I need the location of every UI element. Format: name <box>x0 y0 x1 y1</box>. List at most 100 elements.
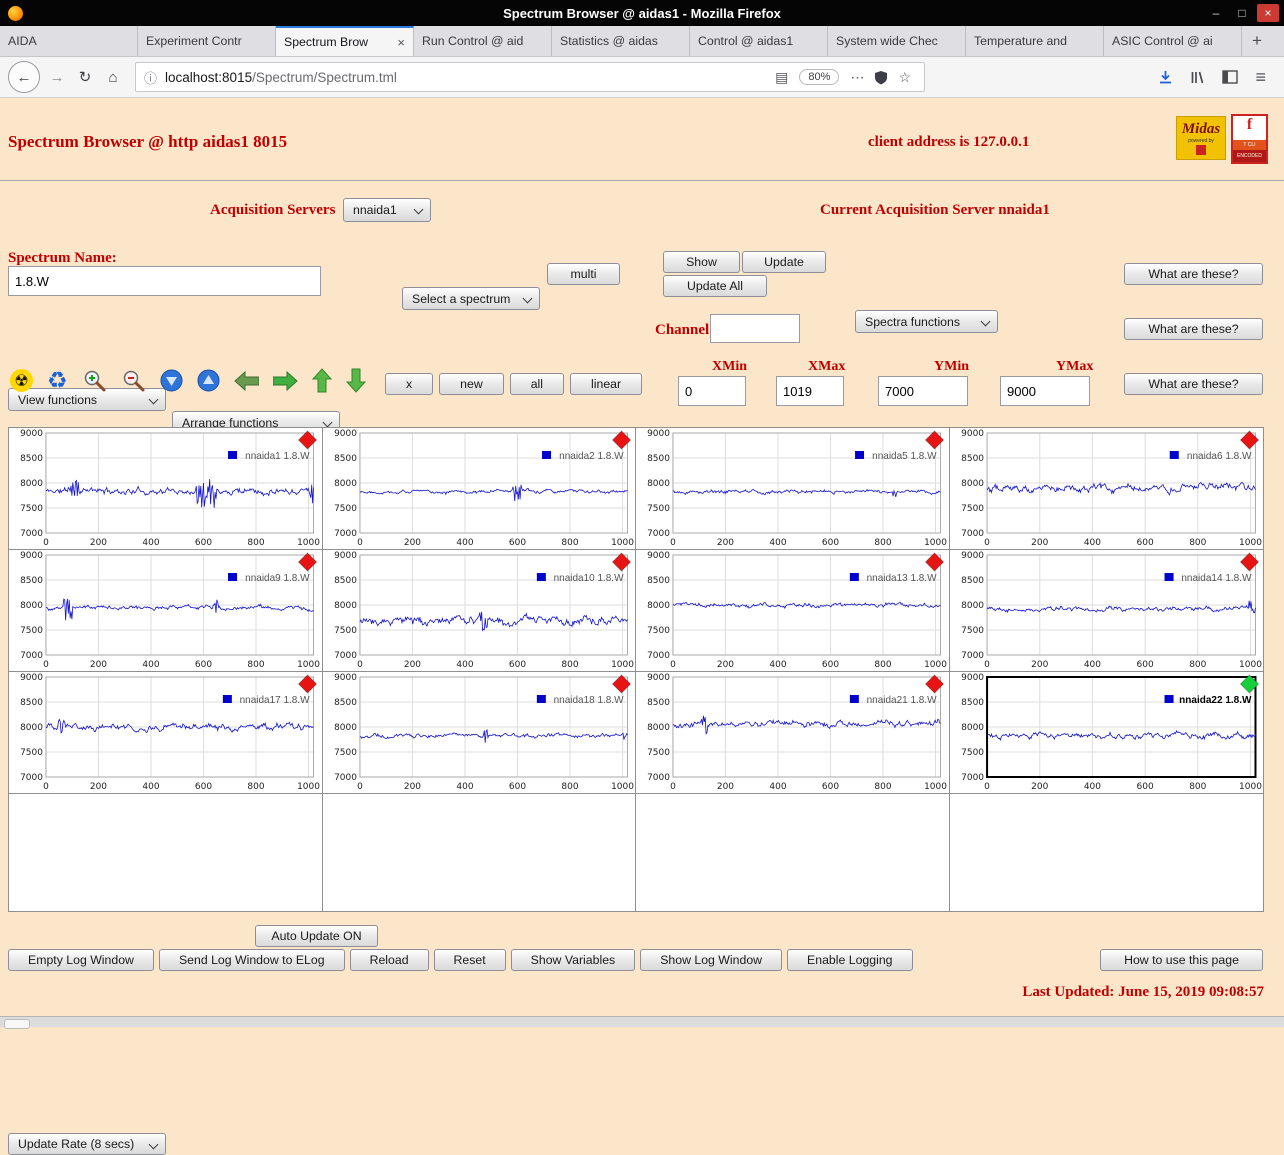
show-variables-button[interactable]: Show Variables <box>510 949 636 971</box>
enable-logging-button[interactable]: Enable Logging <box>787 949 913 971</box>
all-button[interactable]: all <box>509 373 565 395</box>
what-are-these-button-1[interactable]: What are these? <box>1124 263 1263 285</box>
spectrum-name-input[interactable] <box>8 266 321 296</box>
svg-text:8000: 8000 <box>20 723 43 733</box>
how-to-use-button[interactable]: How to use this page <box>1100 949 1263 971</box>
show-button[interactable]: Show <box>663 251 740 273</box>
view-functions-value: View functions <box>18 392 98 407</box>
minimize-button[interactable]: – <box>1205 4 1227 22</box>
legend-label: nnaida17 1.8.W <box>240 695 310 706</box>
auto-update-button[interactable]: Auto Update ON <box>255 925 378 947</box>
ymin-input[interactable] <box>878 376 968 406</box>
tab-spectrum-brow[interactable]: Spectrum Brow × <box>276 26 414 56</box>
reload-button[interactable]: Reload <box>349 949 429 971</box>
tab-run-control-aid[interactable]: Run Control @ aid <box>414 26 552 56</box>
spectrum-panel-nnaida9[interactable]: 7000 7500 8000 8500 9000 0 200 400 600 800 1000 nna… <box>9 550 323 672</box>
ymax-label: YMax <box>1056 359 1094 374</box>
pan-left-icon[interactable] <box>233 370 259 391</box>
tab-statistics-aidas[interactable]: Statistics @ aidas <box>552 26 690 56</box>
tab-system-wide-chec[interactable]: System wide Chec <box>828 26 966 56</box>
xmin-input[interactable] <box>678 376 746 406</box>
send-log-window-to-elog-button[interactable]: Send Log Window to ELog <box>158 949 345 971</box>
what-are-these-button-3[interactable]: What are these? <box>1124 373 1263 395</box>
svg-text:200: 200 <box>403 538 420 548</box>
channel-input[interactable] <box>710 314 800 343</box>
spectrum-panel-nnaida13[interactable]: 7000 7500 8000 8500 9000 0 200 400 600 800 1000 nna… <box>636 550 950 672</box>
spectrum-panel-nnaida2[interactable]: 7000 7500 8000 8500 9000 0 200 400 600 800 1000 nna… <box>322 428 636 550</box>
library-icon[interactable] <box>1190 70 1205 85</box>
refresh-icon[interactable]: ♻ <box>47 369 68 392</box>
empty-log-window-button[interactable]: Empty Log Window <box>8 949 154 971</box>
multi-button[interactable]: multi <box>547 263 620 285</box>
update-rate-dropdown[interactable]: Update Rate (8 secs) <box>8 1133 166 1155</box>
tab-close-icon[interactable]: × <box>397 35 405 50</box>
svg-text:800: 800 <box>561 538 578 548</box>
acquisition-server-select[interactable]: nnaida1 <box>343 198 431 222</box>
zoom-in-icon[interactable] <box>82 369 107 393</box>
pan-up-icon[interactable] <box>311 368 332 393</box>
svg-text:0: 0 <box>984 782 990 792</box>
tab-temperature-and[interactable]: Temperature and <box>966 26 1104 56</box>
spectrum-panel-nnaida14[interactable]: 7000 7500 8000 8500 9000 0 200 400 600 800 1000 nna… <box>949 550 1263 672</box>
close-button[interactable]: × <box>1257 4 1279 22</box>
spectrum-panel-nnaida22[interactable]: 7000 7500 8000 8500 9000 0 200 400 600 800 1000 nna… <box>949 672 1263 794</box>
scroll-down-icon[interactable] <box>160 369 183 392</box>
tab-label: System wide Chec <box>836 34 938 48</box>
spectrum-panel-nnaida6[interactable]: 7000 7500 8000 8500 9000 0 200 400 600 800 1000 nna… <box>949 428 1263 550</box>
midas-logo[interactable]: Midas powered by <box>1176 116 1226 160</box>
reader-mode-icon[interactable]: ▤ <box>775 69 788 86</box>
spectrum-panel-nnaida5[interactable]: 7000 7500 8000 8500 9000 0 200 400 600 800 1000 nna… <box>636 428 950 550</box>
legend-swatch <box>228 451 238 459</box>
forward-icon[interactable]: → <box>43 63 71 91</box>
svg-text:200: 200 <box>717 660 734 670</box>
tab-asic-control-ai[interactable]: ASIC Control @ ai <box>1104 26 1242 56</box>
spectrum-panel-nnaida21[interactable]: 7000 7500 8000 8500 9000 0 200 400 600 800 1000 nna… <box>636 672 950 794</box>
x-button[interactable]: x <box>385 373 434 395</box>
ymax-input[interactable] <box>1000 376 1090 406</box>
overflow-icon[interactable]: ⋯ <box>850 69 864 86</box>
maximize-button[interactable]: □ <box>1231 4 1253 22</box>
pan-right-icon[interactable] <box>272 370 298 391</box>
url-bar[interactable]: ⓘ localhost:8015/Spectrum/Spectrum.tml ▤… <box>135 62 925 92</box>
home-icon[interactable]: ⌂ <box>99 63 127 91</box>
xmax-input[interactable] <box>776 376 844 406</box>
legend-label: nnaida6 1.8.W <box>1186 451 1251 462</box>
empty-gallery-cell <box>949 794 1263 911</box>
xmax-label: XMax <box>808 359 846 374</box>
tab-control-aidas1[interactable]: Control @ aidas1 <box>690 26 828 56</box>
spectrum-panel-nnaida1[interactable]: 7000 7500 8000 8500 9000 0 200 400 600 800 1000 nna… <box>9 428 323 550</box>
client-address: client address is 127.0.0.1 <box>868 134 1030 150</box>
download-icon[interactable] <box>1158 70 1173 85</box>
back-icon[interactable]: ← <box>8 61 40 93</box>
show-log-window-button[interactable]: Show Log Window <box>640 949 783 971</box>
pan-down-icon[interactable] <box>345 368 366 393</box>
svg-text:400: 400 <box>456 782 473 792</box>
shield-icon[interactable] <box>874 70 888 85</box>
scroll-up-icon[interactable] <box>197 369 220 392</box>
spectra-functions-dropdown[interactable]: Spectra functions <box>855 310 998 333</box>
tab-experiment-contr[interactable]: Experiment Contr <box>138 26 276 56</box>
select-spectrum-dropdown[interactable]: Select a spectrum <box>402 287 540 310</box>
update-button[interactable]: Update <box>742 251 826 273</box>
tab-aida[interactable]: AIDA <box>0 26 138 56</box>
new-button[interactable]: new <box>439 373 504 395</box>
sidebar-icon[interactable] <box>1222 70 1239 84</box>
what-are-these-button-2[interactable]: What are these? <box>1124 318 1263 340</box>
reload-icon[interactable]: ↻ <box>71 63 99 91</box>
new-tab-button[interactable]: + <box>1242 26 1272 56</box>
fec-logo[interactable]: f T CLI ENCODED <box>1231 114 1268 164</box>
menu-icon[interactable]: ≡ <box>1255 67 1266 88</box>
info-icon[interactable]: ⓘ <box>144 68 157 87</box>
radiation-icon[interactable]: ☢ <box>10 369 33 392</box>
reset-button[interactable]: Reset <box>433 949 506 971</box>
update-all-button[interactable]: Update All <box>663 275 767 297</box>
zoom-out-icon[interactable] <box>121 369 146 393</box>
midas-logo-mark <box>1196 145 1206 155</box>
spectrum-panel-nnaida18[interactable]: 7000 7500 8000 8500 9000 0 200 400 600 800 1000 nna… <box>322 672 636 794</box>
linear-button[interactable]: linear <box>570 373 643 395</box>
zoom-level-button[interactable]: 80% <box>799 69 840 85</box>
spectrum-panel-nnaida10[interactable]: 7000 7500 8000 8500 9000 0 200 400 600 800 1000 nna… <box>322 550 636 672</box>
spectrum-panel-nnaida17[interactable]: 7000 7500 8000 8500 9000 0 200 400 600 800 1000 nna… <box>9 672 323 794</box>
svg-text:200: 200 <box>1031 660 1048 670</box>
bookmark-star-icon[interactable]: ☆ <box>898 69 911 86</box>
